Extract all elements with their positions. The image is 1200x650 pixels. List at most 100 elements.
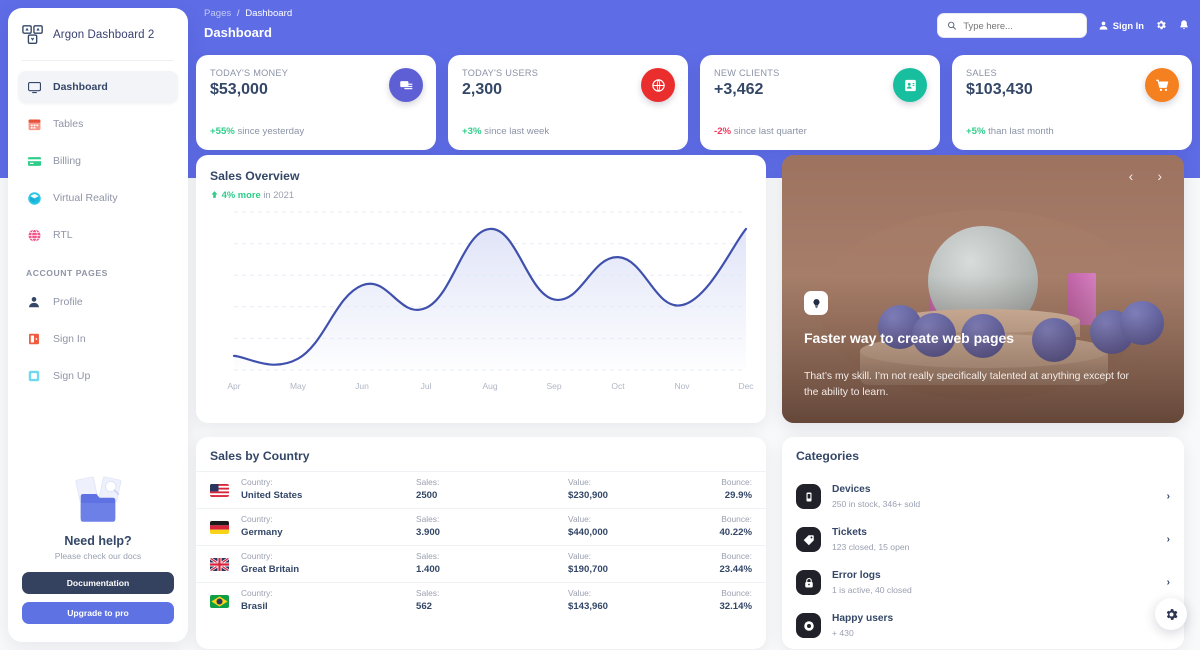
signup-box-icon: [26, 368, 42, 384]
sales-cell: Sales: 1.400: [416, 551, 568, 576]
column-header-bounce: Bounce:: [721, 514, 752, 525]
world-globe-icon: [641, 68, 675, 102]
table-row[interactable]: Country: Great Britain Sales: 1.400 Valu…: [196, 545, 766, 582]
sidebar-item-label: Billing: [53, 155, 82, 167]
country-name: Germany: [241, 526, 283, 538]
chart-delta-note: in 2021: [263, 189, 295, 200]
flag-gb-icon: [210, 557, 229, 571]
sidebar-item-profile[interactable]: Profile: [18, 286, 178, 318]
device-phone-icon: [796, 484, 821, 509]
category-desc: 250 in stock, 346+ sold: [832, 499, 921, 510]
value-amount: $190,700: [568, 563, 609, 575]
smile-face-icon: [796, 613, 821, 638]
chevron-right-icon[interactable]: ›: [1157, 169, 1162, 183]
brand-name: Argon Dashboard 2: [53, 29, 155, 41]
lightbulb-icon: [804, 291, 828, 315]
category-name: Error logs: [832, 569, 881, 581]
sidebar: Argon Dashboard 2 Dashboard Tables Billi…: [8, 8, 188, 642]
arrow-up-icon: [211, 191, 218, 198]
sales-cell: Sales: 2500: [416, 477, 568, 502]
table-row[interactable]: Country: Brasil Sales: 562 Value: $143,9…: [196, 582, 766, 619]
globe-icon: [26, 227, 42, 243]
sidebar-section-label: ACCOUNT PAGES: [26, 268, 108, 278]
stat-delta-note: since last quarter: [733, 126, 807, 137]
category-name: Happy users: [832, 612, 894, 624]
page-title: Dashboard: [204, 25, 272, 41]
search-box[interactable]: [936, 12, 1087, 38]
sales-value: 2500: [416, 489, 438, 501]
upgrade-to-pro-button[interactable]: Upgrade to pro: [22, 602, 174, 624]
x-axis-tick-label: Jul: [421, 381, 432, 391]
sign-in-button[interactable]: Sign In: [1098, 20, 1144, 31]
sidebar-item-label: Profile: [53, 296, 83, 308]
sidebar-item-label: Dashboard: [53, 81, 108, 93]
shopping-cart-icon: [1145, 68, 1179, 102]
sales-overview-chart[interactable]: Apr May Jun Jul Aug Sep Oct Nov Dec: [210, 206, 756, 401]
x-axis-tick-label: Aug: [482, 381, 497, 391]
chevron-right-icon[interactable]: ›: [1167, 534, 1170, 545]
categories-card: Categories Devices 250 in stock, 346+ so…: [782, 437, 1184, 649]
sidebar-item-sign-up[interactable]: Sign Up: [18, 360, 178, 392]
stat-delta-pct: -2%: [714, 126, 732, 137]
x-axis-tick-label: Dec: [738, 381, 754, 391]
monitor-icon: [26, 79, 42, 95]
sidebar-item-billing[interactable]: Billing: [18, 145, 178, 177]
sidebar-item-dashboard[interactable]: Dashboard: [18, 71, 178, 103]
stat-delta-pct: +3%: [462, 126, 482, 137]
chevron-left-icon[interactable]: ‹: [1129, 169, 1134, 183]
stat-delta: +55% since yesterday: [210, 126, 304, 137]
list-item[interactable]: Devices 250 in stock, 346+ sold ›: [796, 475, 1170, 518]
column-header-bounce: Bounce:: [721, 551, 752, 562]
settings-fab-button[interactable]: [1155, 598, 1187, 630]
flag-br-icon: [210, 594, 229, 608]
contact-card-icon: [893, 68, 927, 102]
table-row[interactable]: Country: Germany Sales: 3.900 Value: $44…: [196, 508, 766, 545]
category-name: Devices: [832, 483, 871, 495]
search-input[interactable]: [963, 19, 1077, 31]
column-header-value: Value:: [568, 588, 592, 599]
sidebar-item-sign-in[interactable]: Sign In: [18, 323, 178, 355]
documentation-button[interactable]: Documentation: [22, 572, 174, 594]
list-item[interactable]: Happy users + 430 ›: [796, 604, 1170, 647]
value-cell: Value: $143,960: [568, 588, 688, 613]
category-text: Error logs 1 is active, 40 closed: [832, 569, 1167, 596]
sidebar-item-tables[interactable]: Tables: [18, 108, 178, 140]
column-header-value: Value:: [568, 477, 592, 488]
column-header-country: Country:: [241, 551, 273, 562]
country-cell: Country: Germany: [241, 514, 416, 539]
sidebar-item-label: RTL: [53, 229, 73, 241]
bounce-value: 29.9%: [724, 489, 752, 501]
breadcrumb-root[interactable]: Pages: [204, 8, 231, 19]
value-cell: Value: $230,900: [568, 477, 688, 502]
sidebar-item-virtual-reality[interactable]: Virtual Reality: [18, 182, 178, 214]
value-cell: Value: $440,000: [568, 514, 688, 539]
chart-title: Sales Overview: [210, 169, 300, 183]
sales-by-country-card: Sales by Country Country: United States …: [196, 437, 766, 649]
column-header-value: Value:: [568, 514, 592, 525]
column-header-sales: Sales:: [416, 477, 440, 488]
x-axis-tick-label: Sep: [546, 381, 561, 391]
chevron-right-icon[interactable]: ›: [1167, 577, 1170, 588]
list-item[interactable]: Tickets 123 closed, 15 open ›: [796, 518, 1170, 561]
value-cell: Value: $190,700: [568, 551, 688, 576]
chart-svg: Apr May Jun Jul Aug Sep Oct Nov Dec: [227, 211, 754, 391]
table-row[interactable]: Country: United States Sales: 2500 Value…: [196, 471, 766, 508]
gear-icon[interactable]: [1155, 19, 1167, 31]
chevron-right-icon[interactable]: ›: [1167, 491, 1170, 502]
brand[interactable]: Argon Dashboard 2: [8, 8, 188, 60]
value-amount: $230,900: [568, 489, 609, 501]
calendar-icon: [26, 116, 42, 132]
sidebar-item-rtl[interactable]: RTL: [18, 219, 178, 251]
bell-icon[interactable]: [1178, 19, 1190, 31]
sidebar-item-label: Sign In: [53, 333, 86, 345]
stat-card-new-clients: NEW CLIENTS +3,462 -2% since last quarte…: [700, 55, 940, 150]
topbar: Pages / Dashboard Dashboard Sign In: [196, 0, 1200, 46]
stat-delta-note: since last week: [484, 126, 550, 137]
x-axis-tick-label: Jun: [355, 381, 369, 391]
stat-delta-note: since yesterday: [237, 126, 305, 137]
list-item[interactable]: Error logs 1 is active, 40 closed ›: [796, 561, 1170, 604]
tag-ticket-icon: [796, 527, 821, 552]
stat-cards: TODAY'S MONEY $53,000 +55% since yesterd…: [196, 55, 1192, 150]
bounce-cell: Bounce: 32.14%: [688, 588, 752, 613]
stat-delta: +5% than last month: [966, 126, 1054, 137]
